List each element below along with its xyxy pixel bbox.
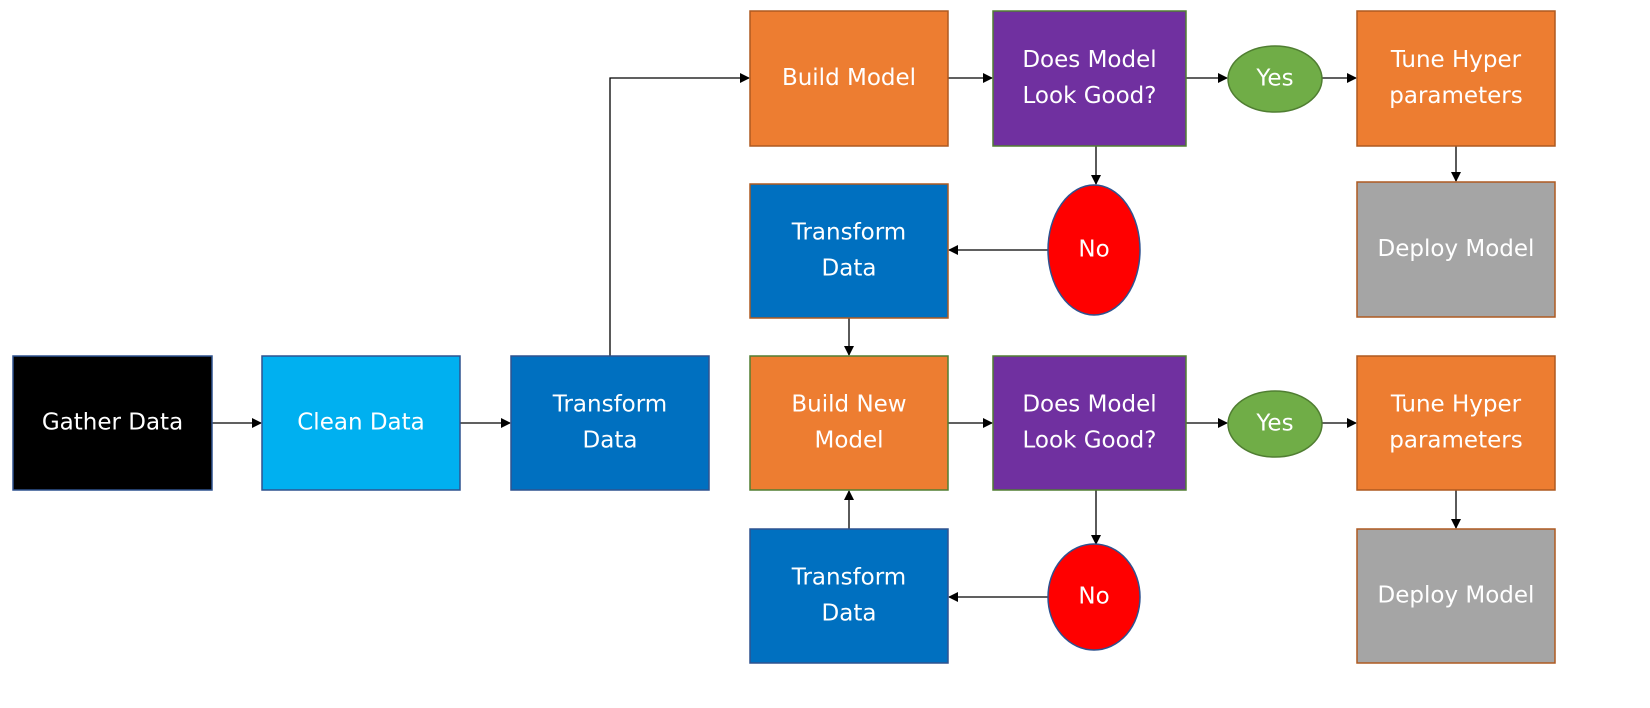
ml-workflow-diagram: Gather Data Clean Data Transform Data Build … (12, 10, 1556, 664)
node-tune-top: Tune Hyper parameters (1356, 10, 1556, 147)
node-transform-mid: Transform Data (749, 183, 949, 319)
decision-bottom-shape (992, 355, 1187, 491)
node-decision-bottom: Does Model Look Good? (992, 355, 1187, 491)
node-label: Model (814, 428, 883, 454)
node-label: No (1078, 237, 1109, 263)
node-label: Build New (791, 392, 906, 418)
node-label: Tune Hyper (1390, 47, 1522, 73)
node-label: parameters (1389, 428, 1522, 454)
node-label: parameters (1389, 83, 1522, 109)
node-label: Tune Hyper (1390, 392, 1522, 418)
node-label: Deploy Model (1378, 236, 1535, 262)
build-new-shape (749, 355, 949, 491)
node-label: Yes (1255, 411, 1293, 437)
node-label: Data (822, 256, 877, 282)
node-deploy-bottom: Deploy Model (1356, 528, 1556, 664)
arrow-transform-to-build (609, 73, 750, 356)
node-label: Transform (791, 220, 906, 246)
node-build-new: Build New Model (749, 355, 949, 491)
node-label: Look Good? (1023, 428, 1157, 454)
transform-main-shape (510, 355, 710, 491)
node-gather: Gather Data (12, 355, 213, 491)
node-label: Transform (552, 392, 667, 418)
transform-bottom-shape (749, 528, 949, 664)
node-label: Does Model (1022, 47, 1156, 73)
transform-mid-shape (749, 183, 949, 319)
node-transform-bottom: Transform Data (749, 528, 949, 664)
node-build-model: Build Model (749, 10, 949, 147)
node-tune-bottom: Tune Hyper parameters (1356, 355, 1556, 491)
node-label: No (1078, 584, 1109, 610)
node-label: Data (583, 428, 638, 454)
node-label: Gather Data (42, 410, 183, 436)
node-yes-bottom: Yes (1227, 390, 1323, 458)
node-yes-top: Yes (1227, 45, 1323, 113)
tune-bottom-shape (1356, 355, 1556, 491)
decision-top-shape (992, 10, 1187, 147)
tune-top-shape (1356, 10, 1556, 147)
node-deploy-top: Deploy Model (1356, 181, 1556, 318)
node-clean: Clean Data (261, 355, 461, 491)
node-label: Look Good? (1023, 83, 1157, 109)
node-no-top: No (1047, 184, 1141, 316)
node-transform-main: Transform Data (510, 355, 710, 491)
connectors (212, 73, 1461, 602)
node-label: Data (822, 601, 877, 627)
node-no-bottom: No (1047, 543, 1141, 651)
node-label: Does Model (1022, 392, 1156, 418)
node-label: Deploy Model (1378, 583, 1535, 609)
node-label: Build Model (782, 65, 916, 91)
node-decision-top: Does Model Look Good? (992, 10, 1187, 147)
node-label: Yes (1255, 66, 1293, 92)
node-label: Transform (791, 565, 906, 591)
node-label: Clean Data (297, 410, 425, 436)
